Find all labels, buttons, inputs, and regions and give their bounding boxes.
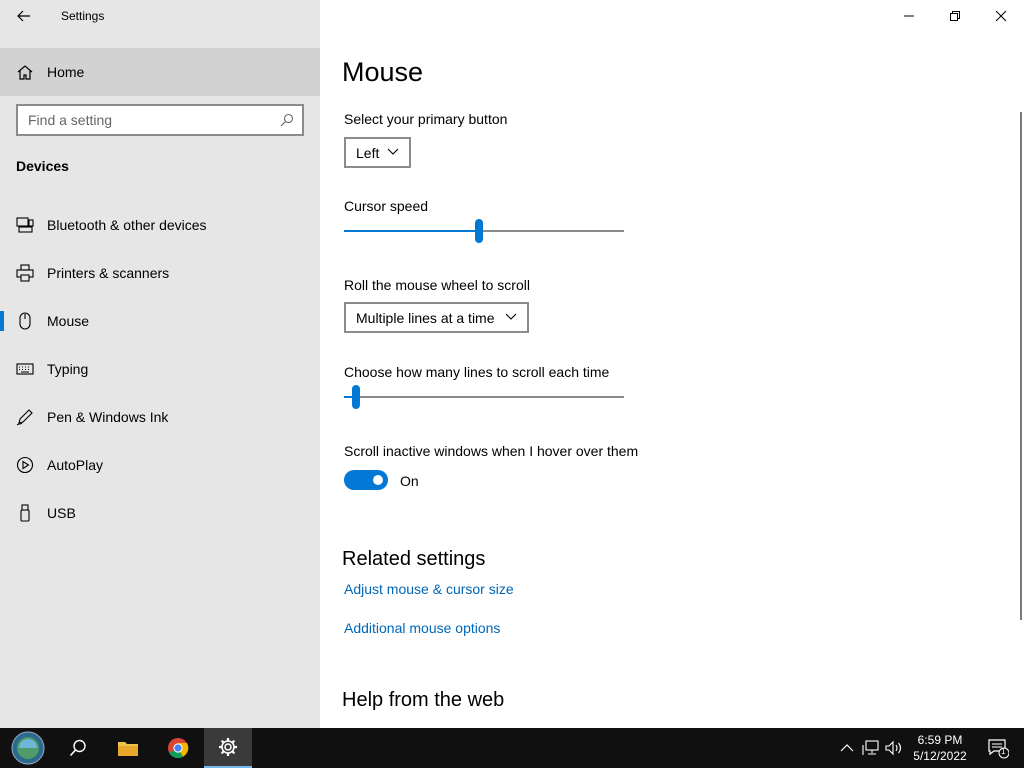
sidebar-item-label: Mouse	[47, 313, 90, 329]
bluetooth-devices-icon	[16, 217, 34, 233]
taskbar: 6:59 PM 5/12/2022 1	[0, 728, 1024, 768]
start-button[interactable]	[4, 728, 52, 768]
close-icon	[995, 10, 1007, 22]
dropdown-value: Multiple lines at a time	[356, 309, 495, 326]
main-content: Mouse Select your primary button Left Cu…	[320, 0, 1024, 728]
mouse-icon	[19, 312, 31, 330]
page-title: Mouse	[342, 57, 424, 87]
folder-icon	[118, 742, 138, 756]
network-icon[interactable]	[862, 740, 880, 756]
sidebar-section-heading: Devices	[16, 158, 69, 174]
search-icon[interactable]	[280, 113, 294, 127]
lines-to-scroll-slider[interactable]	[344, 385, 624, 409]
pen-icon	[16, 409, 33, 426]
back-button[interactable]	[12, 6, 36, 26]
search-input[interactable]	[18, 106, 268, 134]
title-bar: Settings	[0, 0, 320, 32]
chrome-icon	[168, 738, 189, 759]
scroll-inactive-label: Scroll inactive windows when I hover ove…	[344, 443, 639, 459]
home-icon	[17, 65, 33, 80]
window-controls	[886, 0, 1024, 32]
restore-button[interactable]	[932, 0, 978, 32]
sidebar-item-bluetooth[interactable]: Bluetooth & other devices	[0, 205, 320, 245]
minimize-button[interactable]	[886, 0, 932, 32]
printer-icon	[16, 264, 34, 282]
usb-icon	[20, 504, 30, 522]
slider-track	[344, 396, 624, 398]
clock-time: 6:59 PM	[917, 733, 963, 747]
clock-date: 5/12/2022	[913, 749, 967, 763]
primary-button-dropdown[interactable]: Left	[344, 137, 411, 168]
wheel-scroll-label: Roll the mouse wheel to scroll	[344, 277, 530, 293]
settings-taskbar-button[interactable]	[204, 728, 252, 768]
toggle-state-label: On	[400, 473, 419, 489]
sidebar: Settings Home Devices Bluetooth & other …	[0, 0, 320, 728]
chevron-down-icon	[505, 313, 517, 320]
scrollbar[interactable]	[1020, 112, 1022, 620]
search-box[interactable]	[16, 104, 304, 136]
dropdown-value: Left	[356, 144, 380, 161]
sidebar-item-autoplay[interactable]: AutoPlay	[0, 445, 320, 485]
primary-button-label: Select your primary button	[344, 111, 508, 127]
toggle-knob	[373, 475, 383, 485]
cursor-speed-slider[interactable]	[344, 219, 624, 243]
sidebar-item-label: USB	[47, 505, 76, 521]
help-from-web-title: Help from the web	[342, 689, 505, 711]
sidebar-item-mouse[interactable]: Mouse	[0, 301, 320, 341]
app-title: Settings	[61, 9, 105, 23]
sidebar-item-pen[interactable]: Pen & Windows Ink	[0, 397, 320, 437]
slider-fill	[344, 230, 479, 232]
close-button[interactable]	[978, 0, 1024, 32]
lines-to-scroll-label: Choose how many lines to scroll each tim…	[344, 364, 610, 380]
cursor-speed-label: Cursor speed	[344, 198, 429, 214]
volume-icon[interactable]	[885, 740, 903, 756]
scroll-inactive-toggle[interactable]	[344, 470, 388, 490]
sidebar-item-typing[interactable]: Typing	[0, 349, 320, 389]
minimize-icon	[904, 15, 914, 17]
back-arrow-icon	[17, 10, 30, 22]
search-icon	[69, 739, 86, 757]
sidebar-item-printers[interactable]: Printers & scanners	[0, 253, 320, 293]
start-orb-icon	[11, 731, 45, 765]
slider-thumb[interactable]	[352, 385, 360, 409]
sidebar-item-label: Bluetooth & other devices	[47, 217, 207, 233]
wheel-scroll-dropdown[interactable]: Multiple lines at a time	[344, 302, 529, 333]
clock[interactable]: 6:59 PM 5/12/2022	[908, 732, 972, 764]
restore-icon	[950, 11, 960, 21]
notification-count: 1	[1001, 747, 1006, 756]
search-button[interactable]	[54, 728, 102, 768]
chrome-button[interactable]	[154, 728, 202, 768]
notification-icon	[988, 739, 1009, 759]
autoplay-icon	[16, 456, 34, 474]
sidebar-item-usb[interactable]: USB	[0, 493, 320, 533]
additional-mouse-options-link[interactable]: Additional mouse options	[344, 620, 500, 636]
sidebar-home[interactable]: Home	[0, 48, 320, 96]
sidebar-home-label: Home	[47, 64, 85, 80]
sidebar-item-label: Printers & scanners	[47, 265, 170, 281]
gear-icon	[219, 738, 237, 756]
file-explorer-button[interactable]	[104, 728, 152, 768]
sidebar-item-label: Pen & Windows Ink	[47, 409, 169, 425]
related-settings-title: Related settings	[342, 548, 486, 570]
slider-thumb[interactable]	[475, 219, 483, 243]
chevron-up-icon[interactable]	[838, 740, 856, 756]
sidebar-item-label: AutoPlay	[47, 457, 104, 473]
chevron-down-icon	[387, 148, 399, 155]
selected-indicator	[0, 311, 4, 331]
adjust-mouse-cursor-link[interactable]: Adjust mouse & cursor size	[344, 581, 514, 597]
sidebar-item-label: Typing	[47, 361, 89, 377]
action-center-button[interactable]: 1	[976, 728, 1020, 768]
keyboard-icon	[16, 363, 34, 375]
